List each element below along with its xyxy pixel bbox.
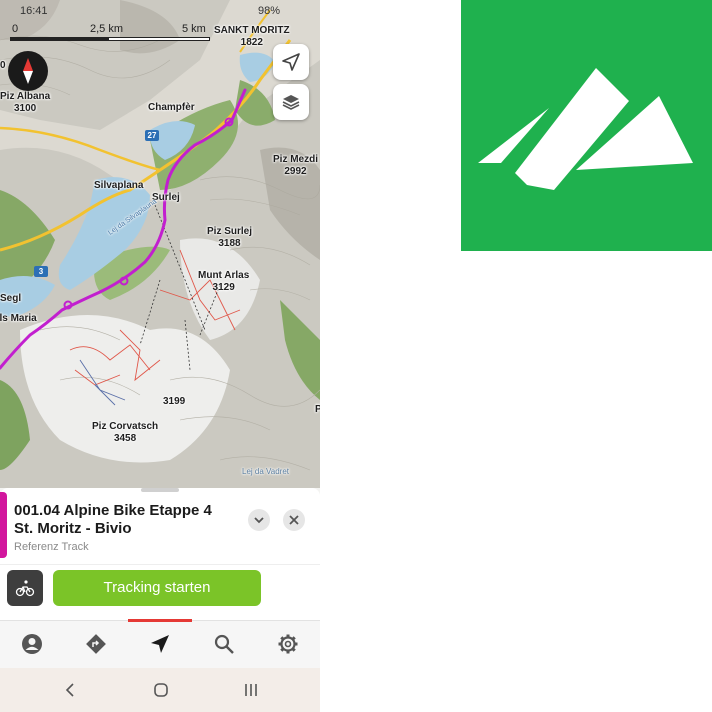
sheet-divider — [0, 564, 320, 565]
system-recents-button[interactable] — [220, 668, 280, 712]
label-piz-corvatsch-name: Piz Corvatsch — [92, 421, 159, 432]
label-piz-mezdi: Piz Mezdi 2992 — [273, 154, 318, 178]
label-piz-surlej-name: Piz Surlej — [207, 226, 253, 237]
label-segl: Segl — [0, 293, 22, 304]
close-button[interactable] — [283, 509, 305, 531]
locate-button[interactable] — [273, 44, 309, 80]
label-munt-arlas-name: Munt Arlas — [198, 270, 250, 281]
tour-title: 001.04 Alpine Bike Etappe 4 St. Moritz -… — [14, 502, 212, 537]
home-icon — [154, 683, 168, 697]
start-tracking-button[interactable]: Tracking starten — [53, 570, 261, 606]
road-shield-3: 3 — [34, 266, 48, 277]
label-munt-arlas: Munt Arlas 3129 — [198, 270, 249, 294]
label-vadret: Lej da Vadret — [242, 467, 289, 476]
nav-profile[interactable] — [0, 621, 64, 669]
mountain-bike-icon — [15, 580, 35, 597]
scale-mid: 2,5 km — [90, 23, 124, 35]
phone-screen: 16:41 98% 0 2,5 km 5 km SANKT MORITZ 182… — [0, 0, 320, 712]
battery-level: 98% — [258, 5, 281, 17]
close-icon — [289, 515, 299, 525]
status-time: 16:41 — [20, 5, 48, 17]
back-icon — [65, 683, 74, 697]
search-icon — [214, 634, 234, 654]
scale-bar-graphic — [10, 37, 210, 41]
label-piz-corvatsch: Piz Corvatsch 3458 — [92, 421, 158, 445]
label-munt-arlas-ele: 3129 — [212, 282, 235, 293]
label-sankt-moritz-name: SANKT MORITZ — [214, 25, 290, 36]
system-back-button[interactable] — [40, 668, 100, 712]
label-sils-maria: Sils Maria — [0, 313, 37, 324]
sheet-drag-handle[interactable] — [141, 488, 179, 492]
label-edge-right: P — [315, 404, 320, 415]
expand-button[interactable] — [248, 509, 270, 531]
scale-end: 5 km — [182, 23, 206, 35]
chevron-down-icon — [254, 517, 264, 524]
nav-search[interactable] — [192, 621, 256, 669]
label-piz-albana-ele: 3100 — [13, 103, 37, 114]
label-piz-corvatsch-ele: 3458 — [113, 433, 137, 444]
label-piz-surlej: Piz Surlej 3188 — [207, 226, 252, 250]
topographic-map — [0, 0, 320, 488]
label-piz-albana-name: Piz Albana — [0, 91, 51, 102]
recent-apps-icon — [245, 684, 257, 696]
tour-subtitle: Referenz Track — [14, 541, 89, 553]
map-view[interactable]: 16:41 98% 0 2,5 km 5 km SANKT MORITZ 182… — [0, 0, 320, 488]
road-shield-27: 27 — [145, 130, 159, 141]
route-planner-icon — [86, 634, 106, 654]
label-edge-left: 0 — [0, 60, 6, 71]
nav-route-planner[interactable] — [64, 621, 128, 669]
label-silvaplana: Silvaplana — [94, 180, 144, 191]
label-piz-mezdi-name: Piz Mezdi — [273, 154, 319, 165]
status-bar: 16:41 98% — [0, 0, 320, 22]
label-piz-albana: Piz Albana 3100 — [0, 91, 50, 115]
layers-button[interactable] — [273, 84, 309, 120]
app-logo — [461, 0, 712, 251]
system-home-button[interactable] — [130, 668, 190, 712]
mountain-logo-icon — [478, 68, 693, 190]
system-navigation-bar — [0, 668, 320, 712]
layers-icon — [282, 95, 300, 110]
label-piz-surlej-ele: 3188 — [218, 238, 241, 249]
nav-settings[interactable] — [256, 621, 320, 669]
nav-navigation[interactable] — [128, 621, 192, 669]
activity-type-button[interactable] — [7, 570, 43, 606]
tour-bottom-sheet[interactable]: 001.04 Alpine Bike Etappe 4 St. Moritz -… — [0, 488, 320, 620]
compass-icon — [23, 58, 33, 84]
label-champfer: Champfèr — [148, 102, 195, 113]
scale-zero: 0 — [12, 23, 19, 35]
compass-button[interactable] — [8, 51, 48, 91]
bottom-navigation — [0, 619, 320, 669]
map-scale-bar: 0 2,5 km 5 km — [0, 22, 210, 44]
navigation-arrow-icon — [151, 635, 169, 653]
tour-color-accent — [0, 492, 7, 558]
label-peak-3199: 3199 — [163, 396, 186, 407]
settings-gear-icon — [278, 634, 298, 654]
label-piz-mezdi-ele: 2992 — [284, 166, 307, 177]
profile-icon — [22, 634, 42, 654]
locate-arrow-icon — [282, 53, 300, 71]
